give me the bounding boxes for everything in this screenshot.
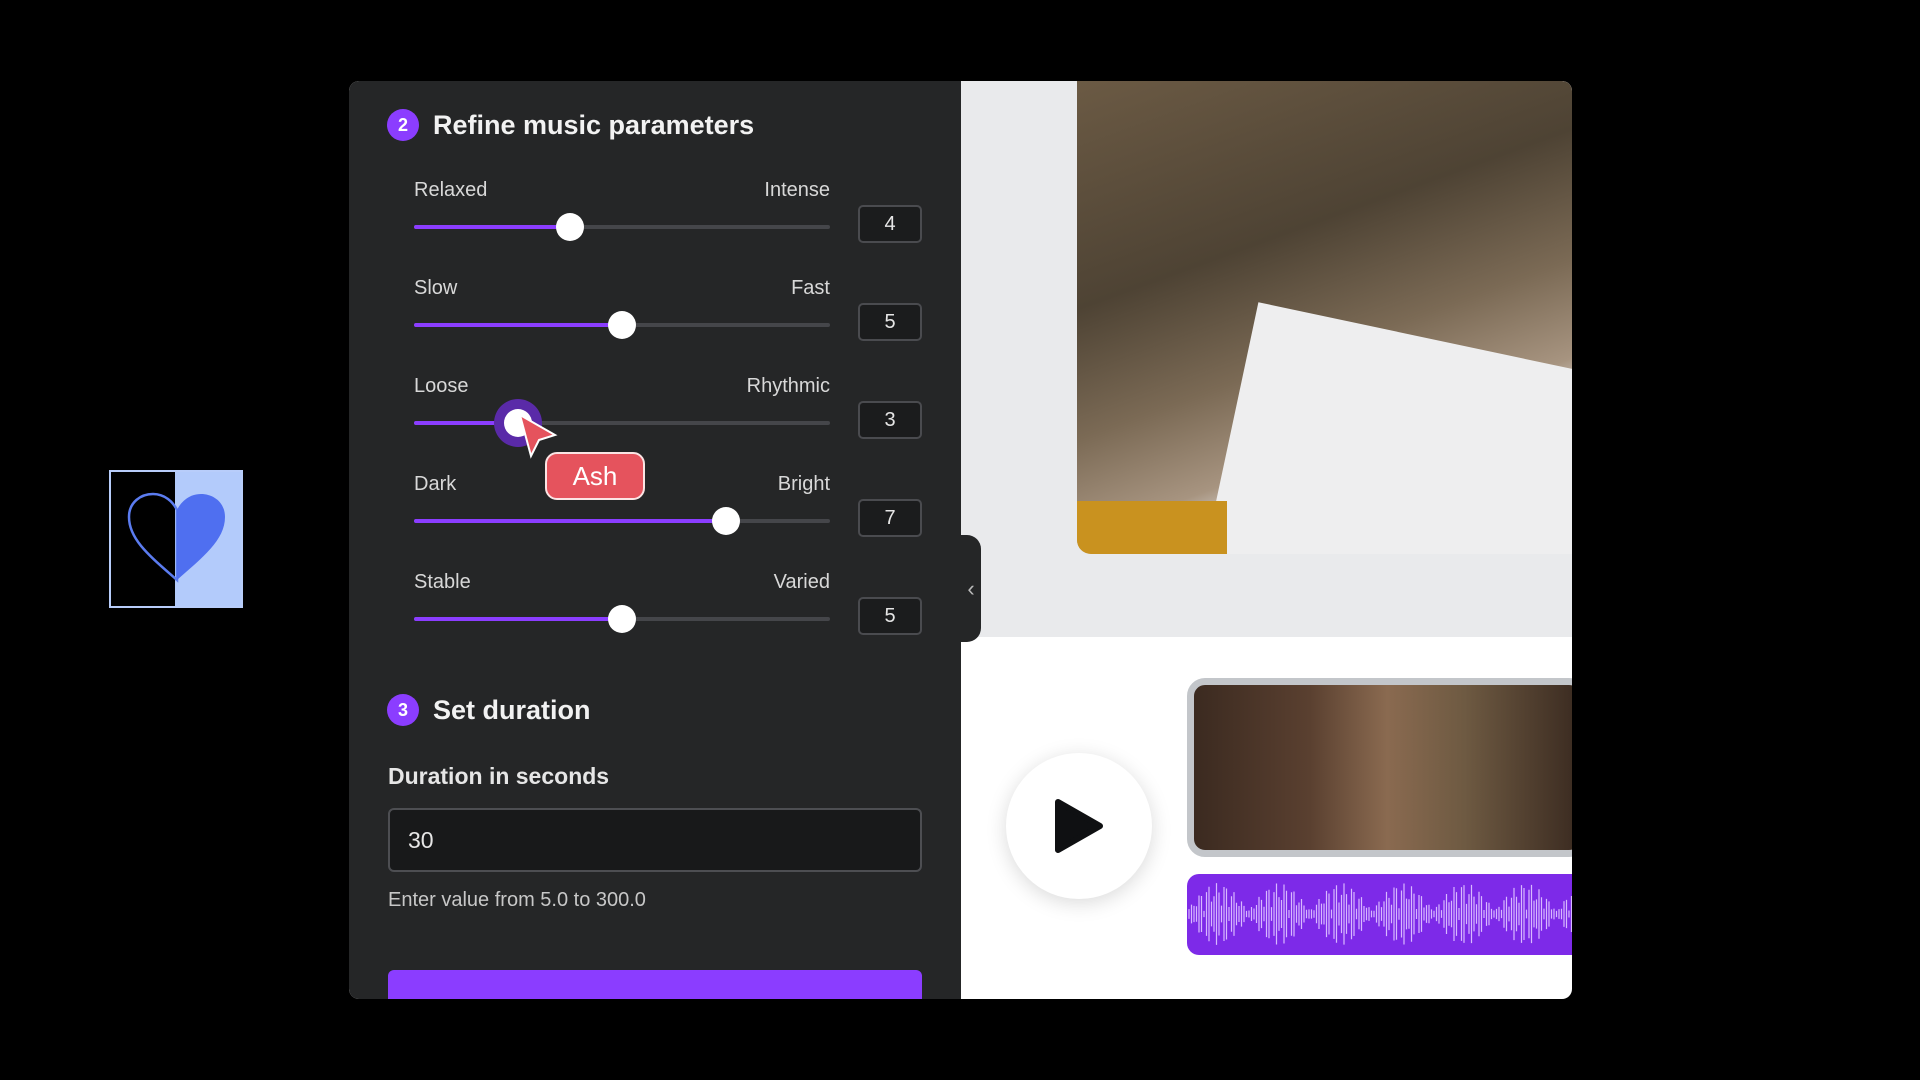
play-icon <box>1055 799 1103 853</box>
heart-icon <box>127 492 225 583</box>
step-3-heading: 3 Set duration <box>387 694 591 726</box>
slider-track[interactable] <box>414 507 830 535</box>
duration-input[interactable]: 30 <box>388 808 922 872</box>
slider-value-box[interactable]: 5 <box>858 597 922 635</box>
play-button[interactable] <box>1006 753 1152 899</box>
slider-max-label: Varied <box>773 571 830 593</box>
slider-value-box[interactable]: 7 <box>858 499 922 537</box>
slider-max-label: Intense <box>764 179 830 201</box>
slider-row: Relaxed Intense 4 <box>414 179 922 269</box>
collaborator-cursor-label: Ash <box>545 452 645 500</box>
tattooed-arm-photo <box>1077 81 1572 554</box>
slider-max-label: Rhythmic <box>746 375 830 397</box>
headphones-photo <box>1187 678 1572 857</box>
generate-button[interactable] <box>388 970 922 999</box>
settings-panel: 2 Refine music parameters Relaxed Intens… <box>349 81 961 999</box>
slider-track[interactable] <box>414 409 830 437</box>
slider-value-box[interactable]: 3 <box>858 401 922 439</box>
slider-min-label: Loose <box>414 375 469 397</box>
slider-max-label: Fast <box>791 277 830 299</box>
slider-thumb[interactable] <box>608 605 636 633</box>
section-title: Set duration <box>433 694 591 725</box>
slider-min-label: Dark <box>414 473 457 495</box>
step-number-badge: 3 <box>387 694 419 726</box>
app-logo <box>109 470 243 608</box>
slider-track[interactable] <box>414 605 830 633</box>
slider-row: Stable Varied 5 <box>414 571 922 661</box>
slider-min-label: Relaxed <box>414 179 488 201</box>
slider-thumb[interactable] <box>712 507 740 535</box>
collapse-panel-button[interactable]: ‹ <box>961 535 981 642</box>
audio-waveform <box>1187 874 1572 955</box>
step-2-heading: 2 Refine music parameters <box>387 109 754 141</box>
step-number-badge: 2 <box>387 109 419 141</box>
slider-min-label: Stable <box>414 571 471 593</box>
chevron-left-icon: ‹ <box>967 575 975 601</box>
slider-max-label: Bright <box>777 473 830 495</box>
slider-min-label: Slow <box>414 277 458 299</box>
slider-row: Dark Bright 7 <box>414 473 922 563</box>
slider-row: Loose Rhythmic 3 <box>414 375 922 465</box>
slider-thumb[interactable] <box>556 213 584 241</box>
slider-track[interactable] <box>414 311 830 339</box>
slider-track[interactable] <box>414 213 830 241</box>
slider-thumb[interactable] <box>608 311 636 339</box>
music-generator-card: 2 Refine music parameters Relaxed Intens… <box>349 81 1572 999</box>
duration-help-text: Enter value from 5.0 to 300.0 <box>388 889 646 911</box>
section-title: Refine music parameters <box>433 109 755 140</box>
slider-row: Slow Fast 5 <box>414 277 922 367</box>
slider-value-box[interactable]: 5 <box>858 303 922 341</box>
slider-value-box[interactable]: 4 <box>858 205 922 243</box>
duration-label: Duration in seconds <box>388 763 610 789</box>
